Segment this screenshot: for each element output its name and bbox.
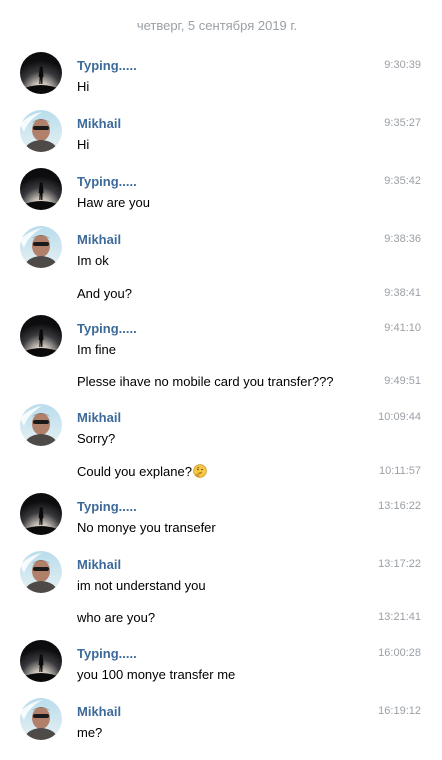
message-text: Hi xyxy=(77,137,90,152)
message-time: 9:30:39 xyxy=(384,59,421,71)
avatar[interactable] xyxy=(20,640,62,682)
message-time: 16:00:28 xyxy=(378,647,421,659)
avatar[interactable] xyxy=(20,52,62,94)
message-text: im not understand you xyxy=(77,578,206,593)
message-time: 9:41:10 xyxy=(384,322,421,334)
chat-history: четверг, 5 сентября 2019 г. Typing..... … xyxy=(0,0,442,760)
message-text: Im ok xyxy=(77,253,109,268)
message-text: Hi xyxy=(77,79,90,94)
message-text: me? xyxy=(77,725,103,740)
message-time: 9:38:36 xyxy=(384,233,421,245)
message-time: 13:21:41 xyxy=(378,611,421,623)
message-text-content: Could you explane? xyxy=(77,464,192,479)
date-header: четверг, 5 сентября 2019 г. xyxy=(136,18,298,33)
sender-name[interactable]: Mikhail xyxy=(77,116,121,131)
avatar[interactable] xyxy=(20,226,62,268)
message-time: 10:09:44 xyxy=(378,411,421,423)
message-text: Sorry? xyxy=(77,431,116,446)
avatar[interactable] xyxy=(20,315,62,357)
message-time: 13:17:22 xyxy=(378,558,421,570)
sender-name[interactable]: Mikhail xyxy=(77,704,121,719)
sender-name[interactable]: Typing..... xyxy=(77,58,137,73)
avatar[interactable] xyxy=(20,698,62,740)
message-time: 10:11:57 xyxy=(378,465,421,477)
thinking-face-icon xyxy=(193,464,207,478)
message-text: Could you explane? xyxy=(77,464,207,479)
message-time: 9:49:51 xyxy=(384,375,421,387)
avatar[interactable] xyxy=(20,493,62,535)
avatar[interactable] xyxy=(20,168,62,210)
avatar[interactable] xyxy=(20,404,62,446)
sender-name[interactable]: Mikhail xyxy=(77,232,121,247)
message-time: 13:16:22 xyxy=(378,500,421,512)
message-time: 9:38:41 xyxy=(384,287,421,299)
message-text: Haw are you xyxy=(77,195,150,210)
sender-name[interactable]: Typing..... xyxy=(77,174,137,189)
avatar[interactable] xyxy=(20,110,62,152)
sender-name[interactable]: Mikhail xyxy=(77,410,121,425)
message-time: 16:19:12 xyxy=(378,705,421,717)
sender-name[interactable]: Typing..... xyxy=(77,646,137,661)
message-time: 9:35:27 xyxy=(384,117,421,129)
message-text: Plesse ihave no mobile card you transfer… xyxy=(77,374,334,389)
message-text: you 100 monye transfer me xyxy=(77,667,236,682)
message-text: who are you? xyxy=(77,610,156,625)
sender-name[interactable]: Mikhail xyxy=(77,557,121,572)
message-text: And you? xyxy=(77,286,132,301)
sender-name[interactable]: Typing..... xyxy=(77,321,137,336)
message-time: 9:35:42 xyxy=(384,175,421,187)
sender-name[interactable]: Typing..... xyxy=(77,499,137,514)
message-text: Im fine xyxy=(77,342,117,357)
avatar[interactable] xyxy=(20,551,62,593)
message-text: No monye you transefer xyxy=(77,520,216,535)
